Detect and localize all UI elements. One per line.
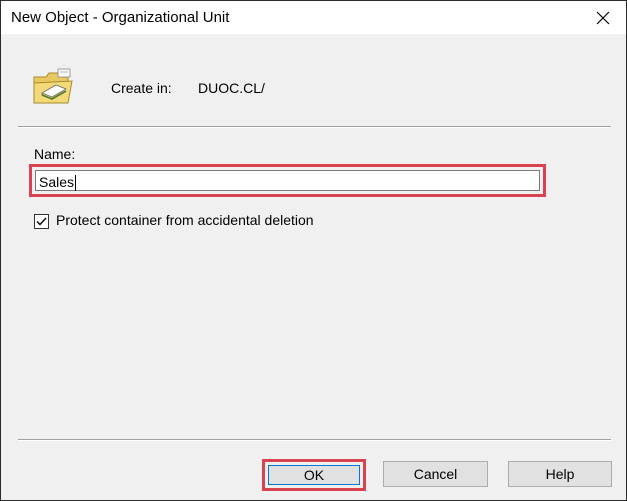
text-caret xyxy=(75,175,77,192)
top-separator xyxy=(18,126,611,128)
create-in-value: DUOC.CL/ xyxy=(198,80,265,96)
dialog-window: New Object - Organizational Unit Create … xyxy=(0,0,627,501)
name-input[interactable]: Sales xyxy=(35,170,540,192)
name-highlight: Sales xyxy=(29,164,546,197)
protect-checkbox-label[interactable]: Protect container from accidental deleti… xyxy=(56,212,314,228)
cancel-button[interactable]: Cancel xyxy=(383,461,488,487)
close-button[interactable] xyxy=(580,1,626,34)
help-button[interactable]: Help xyxy=(508,461,612,487)
title-bar: New Object - Organizational Unit xyxy=(1,1,626,34)
window-title: New Object - Organizational Unit xyxy=(11,9,230,26)
ok-button[interactable]: OK xyxy=(268,465,360,485)
name-label: Name: xyxy=(34,146,76,162)
create-in-label: Create in: xyxy=(111,80,172,96)
name-input-value: Sales xyxy=(39,174,75,190)
dialog-body: Create in: DUOC.CL/ Name: Sales Protect … xyxy=(1,34,626,500)
protect-checkbox[interactable] xyxy=(34,214,49,229)
checkmark-icon xyxy=(36,217,47,226)
bottom-separator xyxy=(18,439,611,441)
ok-highlight: OK xyxy=(262,459,366,491)
close-icon xyxy=(596,11,610,24)
organizational-unit-icon xyxy=(33,68,73,104)
